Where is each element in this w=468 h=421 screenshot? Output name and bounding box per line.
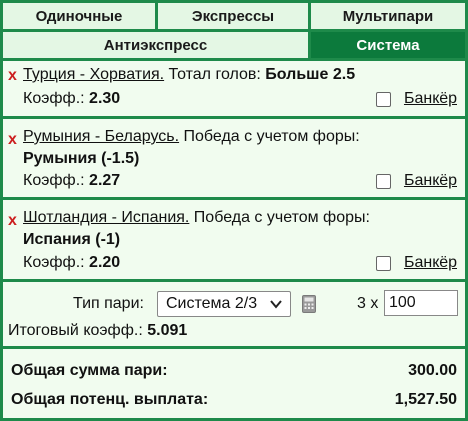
event-link[interactable]: Турция - Хорватия. bbox=[23, 66, 164, 83]
potential-payout-label: Общая потенц. выплата: bbox=[11, 391, 209, 408]
banker-checkbox[interactable] bbox=[375, 91, 391, 107]
coef-row: Коэфф.: 2.27 bbox=[23, 172, 120, 190]
coef-row: Коэфф.: 2.20 bbox=[23, 254, 120, 272]
banker-label[interactable]: Банкёр bbox=[404, 172, 457, 190]
banker-toggle[interactable]: Банкёр bbox=[375, 172, 457, 190]
event-link[interactable]: Шотландия - Испания. bbox=[23, 209, 189, 226]
stake-input[interactable] bbox=[384, 290, 458, 316]
system-settings: Тип пари: Система 2/3 3 x Итоговый коэфф… bbox=[3, 282, 465, 346]
total-stake-label: Общая сумма пари: bbox=[11, 362, 168, 379]
selection-label: Румыния (-1.5) bbox=[23, 150, 140, 167]
remove-bet-close-icon[interactable]: x bbox=[8, 67, 17, 85]
chevron-down-icon bbox=[269, 296, 283, 317]
coef-value: 2.20 bbox=[89, 254, 121, 271]
banker-label[interactable]: Банкёр bbox=[404, 254, 457, 272]
total-coef-label: Итоговый коэфф.: bbox=[8, 322, 148, 339]
event-link[interactable]: Румыния - Беларусь. bbox=[23, 128, 179, 145]
remove-bet-close-icon[interactable]: x bbox=[8, 131, 17, 149]
total-coef-row: Итоговый коэфф.: 5.091 bbox=[8, 322, 187, 340]
total-coef-value: 5.091 bbox=[147, 322, 188, 339]
bet-type-value: Система 2/3 bbox=[166, 295, 258, 312]
bet-item: x Шотландия - Испания. Победа с учетом ф… bbox=[3, 200, 465, 279]
coupon-widget: Одиночные Экспрессы Мультипари Антиэкспр… bbox=[0, 0, 468, 421]
coef-label: Коэфф.: bbox=[23, 90, 90, 107]
market-label: Победа с учетом форы: bbox=[179, 128, 360, 145]
coef-row: Коэфф.: 2.30 bbox=[23, 90, 120, 108]
coef-value: 2.30 bbox=[89, 90, 121, 107]
tab-system[interactable]: Система bbox=[311, 32, 465, 58]
bet-description: Турция - Хорватия. Тотал голов: Больше 2… bbox=[23, 66, 355, 84]
banker-checkbox[interactable] bbox=[375, 255, 391, 271]
coef-label: Коэфф.: bbox=[23, 254, 90, 271]
remove-bet-close-icon[interactable]: x bbox=[8, 212, 17, 230]
totals-summary: Общая сумма пари: 300.00 Общая потенц. в… bbox=[3, 349, 465, 418]
market-label: Победа с учетом форы: bbox=[189, 209, 370, 226]
bet-description: Шотландия - Испания. Победа с учетом фор… bbox=[23, 209, 370, 227]
coef-value: 2.27 bbox=[89, 172, 121, 189]
tab-antiexpress[interactable]: Антиэкспресс bbox=[3, 32, 308, 58]
bet-type-label: Тип пари: bbox=[73, 295, 144, 312]
bet-item: x Турция - Хорватия. Тотал голов: Больше… bbox=[3, 61, 465, 116]
banker-checkbox[interactable] bbox=[375, 173, 391, 189]
market-label: Тотал голов: bbox=[164, 66, 266, 83]
potential-payout-value: 1,527.50 bbox=[394, 391, 457, 408]
coef-label: Коэфф.: bbox=[23, 172, 90, 189]
total-stake-value: 300.00 bbox=[408, 362, 457, 379]
calculator-icon[interactable] bbox=[302, 295, 316, 318]
bet-description: Румыния - Беларусь. Победа с учетом форы… bbox=[23, 128, 360, 146]
selection-label: Больше 2.5 bbox=[265, 66, 356, 83]
multiplier-label: 3 x bbox=[357, 295, 379, 312]
banker-label[interactable]: Банкёр bbox=[404, 90, 457, 108]
tab-single[interactable]: Одиночные bbox=[3, 3, 155, 29]
banker-toggle[interactable]: Банкёр bbox=[375, 254, 457, 272]
banker-toggle[interactable]: Банкёр bbox=[375, 90, 457, 108]
tab-multi[interactable]: Мультипари bbox=[311, 3, 465, 29]
selection-label: Испания (-1) bbox=[23, 231, 121, 248]
tab-express[interactable]: Экспрессы bbox=[158, 3, 308, 29]
bet-item: x Румыния - Беларусь. Победа с учетом фо… bbox=[3, 119, 465, 197]
bet-type-select[interactable]: Система 2/3 bbox=[157, 291, 291, 317]
